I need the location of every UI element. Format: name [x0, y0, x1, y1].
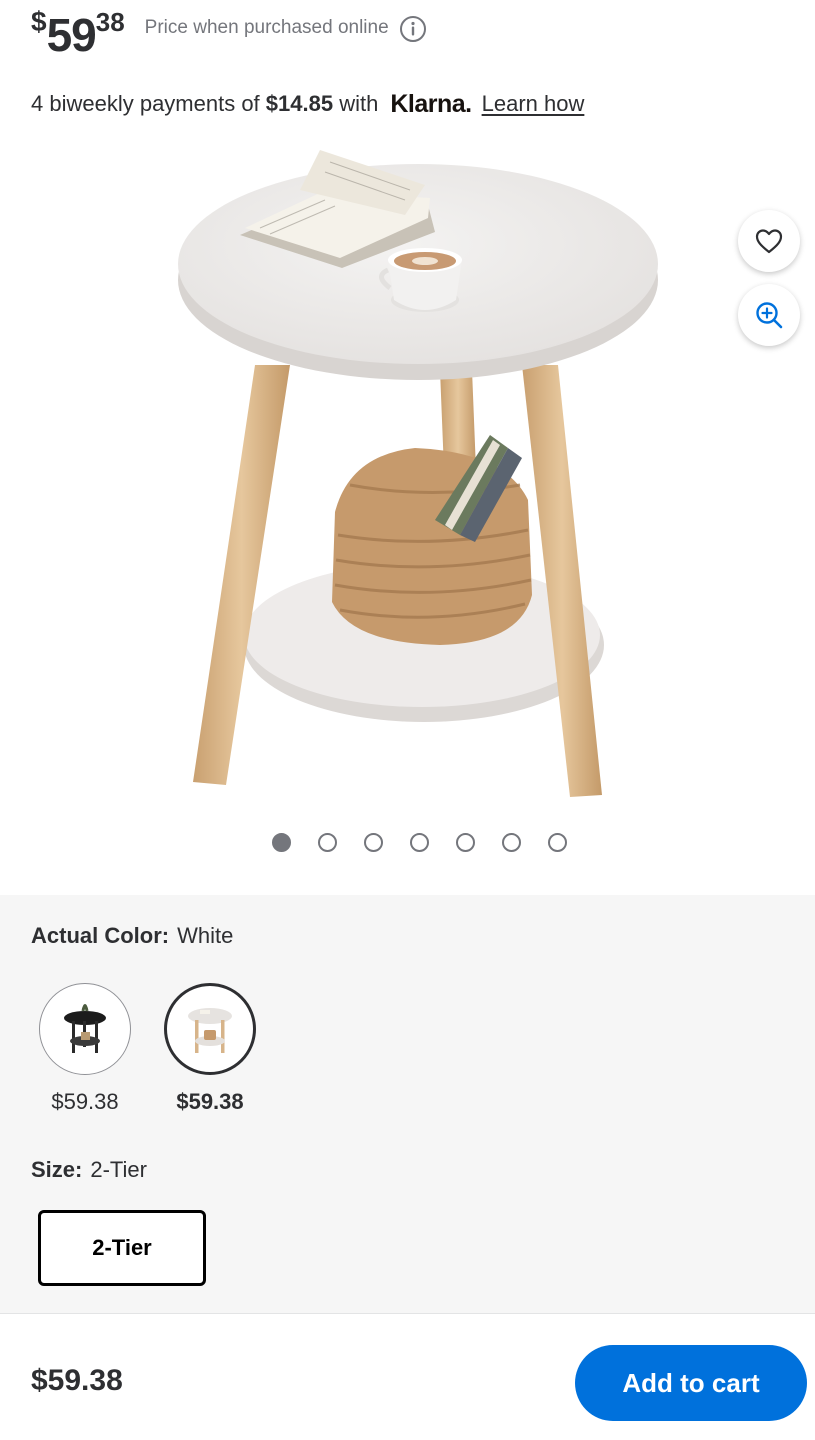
- heart-icon: [755, 229, 783, 254]
- color-option-price: $59.38: [176, 1089, 244, 1114]
- carousel-dot[interactable]: [364, 833, 383, 852]
- size-label: Size:: [31, 1157, 83, 1182]
- zoom-button[interactable]: [738, 284, 800, 346]
- size-option-2-tier[interactable]: 2-Tier: [38, 1210, 206, 1286]
- size-label-row: Size: 2-Tier: [31, 1157, 147, 1183]
- carousel-dot[interactable]: [410, 833, 429, 852]
- klarna-amount: $14.85: [265, 91, 334, 116]
- carousel-dot[interactable]: [456, 833, 475, 852]
- color-swatch-white[interactable]: [164, 983, 256, 1075]
- color-value: White: [177, 923, 234, 948]
- carousel-dot[interactable]: [318, 833, 337, 852]
- carousel-indicator: [272, 833, 567, 852]
- klarna-payment-row: 4 biweekly payments of $14.85 with Klarn…: [31, 86, 584, 122]
- klarna-prefix: 4 biweekly payments of: [31, 91, 260, 116]
- color-label: Actual Color:: [31, 923, 170, 948]
- zoom-in-icon: [756, 302, 783, 329]
- size-value: 2-Tier: [90, 1157, 147, 1182]
- bottom-bar: $59.38 Add to cart: [0, 1313, 815, 1440]
- price-dollars: 59: [46, 9, 97, 61]
- current-price: $ 59 38: [31, 4, 125, 58]
- add-to-cart-button[interactable]: Add to cart: [575, 1345, 807, 1421]
- klarna-with: with: [339, 91, 379, 116]
- info-icon[interactable]: [399, 15, 427, 43]
- klarna-logo: Klarna.: [390, 89, 472, 118]
- product-image[interactable]: [160, 140, 680, 810]
- price-currency: $: [31, 6, 47, 37]
- carousel-dot[interactable]: [548, 833, 567, 852]
- price-row: $ 59 38 Price when purchased online: [31, 4, 427, 58]
- price-cents: 38: [95, 7, 125, 37]
- carousel-dot[interactable]: [272, 833, 291, 852]
- bottom-price: $59.38: [31, 1364, 123, 1397]
- color-label-row: Actual Color: White: [31, 923, 233, 949]
- learn-how-link[interactable]: Learn how: [482, 91, 585, 117]
- carousel-dot[interactable]: [502, 833, 521, 852]
- color-swatch-black[interactable]: [39, 983, 131, 1075]
- favorite-button[interactable]: [738, 210, 800, 272]
- variant-section: Actual Color: White $59.38 $59.38 Size: 2-…: [0, 895, 815, 1313]
- price-note: Price when purchased online: [144, 17, 389, 38]
- white-table-thumbnail: [188, 1008, 232, 1053]
- color-option-price: $59.38: [51, 1089, 119, 1114]
- black-table-thumbnail: [64, 1004, 106, 1053]
